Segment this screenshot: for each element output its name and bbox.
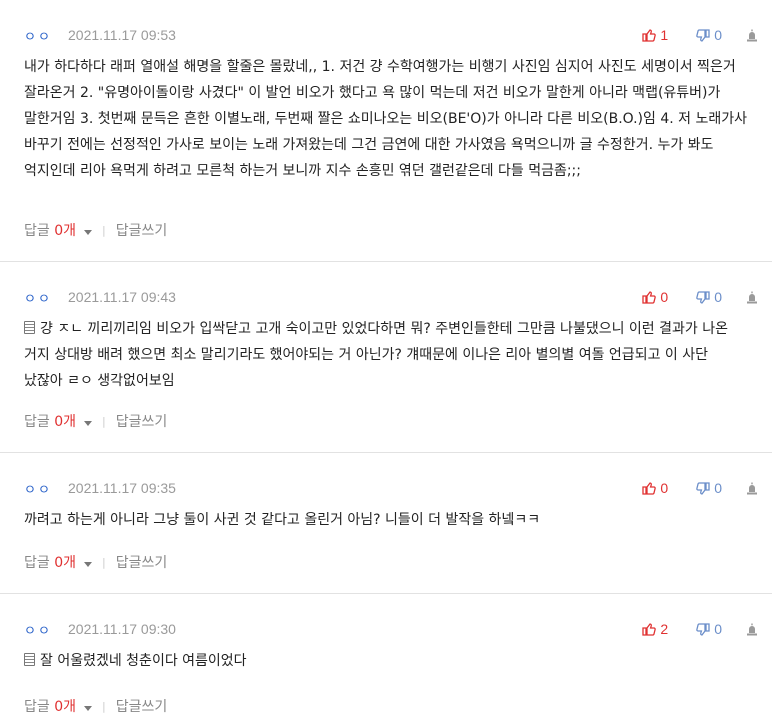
downvote-count: 0 — [714, 27, 722, 43]
upvote-count: 0 — [660, 289, 669, 305]
vote-bar: 0 0 — [642, 479, 758, 497]
report-button[interactable] — [746, 29, 758, 42]
comment-actions: 답글 0개 | 답글쓰기 — [24, 412, 167, 430]
comment-author[interactable]: ㅇㅇ — [24, 620, 68, 639]
comment-meta: ㅇㅇ 2021.11.17 09:35 — [24, 479, 748, 498]
upvote-count: 0 — [660, 480, 669, 496]
vote-bar: 1 0 — [642, 26, 758, 44]
comment-date: 2021.11.17 09:53 — [68, 27, 176, 43]
comment-date: 2021.11.17 09:30 — [68, 621, 176, 637]
comment-author[interactable]: ㅇㅇ — [24, 288, 68, 307]
caret-down-icon — [84, 706, 93, 711]
downvote-button[interactable]: 0 — [696, 621, 722, 637]
comment-item: ㅇㅇ 2021.11.17 09:53 1 0 내가 하다하다 래퍼 열애설 해… — [0, 0, 772, 262]
comment-date: 2021.11.17 09:43 — [68, 289, 176, 305]
upvote-count: 2 — [660, 621, 669, 637]
comment-text-content: 내가 하다하다 래퍼 열애설 해명을 할줄은 몰랐네,, 1. 저건 걍 수학여… — [24, 59, 747, 179]
comment-list: ㅇㅇ 2021.11.17 09:53 1 0 내가 하다하다 래퍼 열애설 해… — [0, 0, 772, 725]
upvote-button[interactable]: 0 — [642, 480, 668, 496]
report-button[interactable] — [746, 482, 758, 495]
comment-text: 걍 ㅈㄴ 끼리끼리임 비오가 입싹닫고 고개 숙이고만 있었다하면 뭐? 주변인… — [24, 316, 748, 394]
comment-item: ㅇㅇ 2021.11.17 09:35 0 0 까려고 하는게 아니라 그냥 둘… — [0, 453, 772, 594]
reply-toggle[interactable]: 답글 0개 — [24, 411, 93, 431]
reply-label: 답글 — [24, 414, 50, 430]
comment-actions: 답글 0개 | 답글쓰기 — [24, 553, 167, 571]
caret-down-icon — [84, 562, 93, 567]
upvote-count: 1 — [660, 27, 669, 43]
downvote-count: 0 — [714, 289, 722, 305]
write-reply-button[interactable]: 답글쓰기 — [116, 220, 168, 240]
thumbs-up-icon — [642, 481, 657, 495]
caret-down-icon — [84, 230, 93, 235]
divider: | — [102, 414, 106, 428]
downvote-button[interactable]: 0 — [696, 480, 722, 496]
report-icon — [747, 29, 757, 41]
write-reply-button[interactable]: 답글쓰기 — [116, 411, 168, 431]
thumbs-down-icon — [696, 622, 710, 636]
reply-count: 0개 — [54, 699, 77, 715]
thumbs-down-icon — [696, 290, 710, 304]
comment-actions: 답글 0개 | 답글쓰기 — [24, 221, 167, 239]
reply-label: 답글 — [24, 223, 50, 239]
reply-count: 0개 — [54, 223, 77, 239]
comment-text: 까려고 하는게 아니라 그냥 둘이 사귄 것 같다고 올린거 아님? 니들이 더… — [24, 507, 748, 533]
reply-label: 답글 — [24, 699, 50, 715]
comment-text: 잘 어울렸겠네 청춘이다 여름이었다 — [24, 648, 748, 674]
report-icon — [747, 291, 757, 303]
report-icon — [747, 482, 757, 494]
thumbs-down-icon — [696, 28, 710, 42]
write-reply-button[interactable]: 답글쓰기 — [116, 696, 168, 716]
comment-text-content: 잘 어울렸겠네 청춘이다 여름이었다 — [40, 653, 247, 669]
reply-toggle[interactable]: 답글 0개 — [24, 696, 93, 716]
comment-meta: ㅇㅇ 2021.11.17 09:43 — [24, 288, 748, 307]
memo-icon — [24, 653, 35, 666]
memo-icon — [24, 321, 35, 334]
reply-toggle[interactable]: 답글 0개 — [24, 552, 93, 572]
comment-author[interactable]: ㅇㅇ — [24, 26, 68, 45]
thumbs-down-icon — [696, 481, 710, 495]
downvote-count: 0 — [714, 621, 722, 637]
thumbs-up-icon — [642, 28, 657, 42]
comment-author[interactable]: ㅇㅇ — [24, 479, 68, 498]
divider: | — [102, 555, 106, 569]
report-icon — [747, 623, 757, 635]
comment-date: 2021.11.17 09:35 — [68, 480, 176, 496]
divider: | — [102, 699, 106, 713]
downvote-count: 0 — [714, 480, 722, 496]
caret-down-icon — [84, 421, 93, 426]
comment-text-content: 걍 ㅈㄴ 끼리끼리임 비오가 입싹닫고 고개 숙이고만 있었다하면 뭐? 주변인… — [24, 321, 728, 389]
report-button[interactable] — [746, 291, 758, 304]
downvote-button[interactable]: 0 — [696, 289, 722, 305]
vote-bar: 0 0 — [642, 288, 758, 306]
comment-item: ㅇㅇ 2021.11.17 09:43 0 0 걍 ㅈㄴ 끼리끼리임 비오가 입… — [0, 262, 772, 453]
write-reply-button[interactable]: 답글쓰기 — [116, 552, 168, 572]
comment-meta: ㅇㅇ 2021.11.17 09:30 — [24, 620, 748, 639]
comment-item: ㅇㅇ 2021.11.17 09:30 2 0 잘 어울렸겠네 청춘이다 여름이… — [0, 594, 772, 725]
divider: | — [102, 223, 106, 237]
comment-text-content: 까려고 하는게 아니라 그냥 둘이 사귄 것 같다고 올린거 아님? 니들이 더… — [24, 512, 541, 528]
reply-count: 0개 — [54, 414, 77, 430]
comment-meta: ㅇㅇ 2021.11.17 09:53 — [24, 26, 748, 45]
report-button[interactable] — [746, 623, 758, 636]
reply-label: 답글 — [24, 555, 50, 571]
upvote-button[interactable]: 2 — [642, 621, 668, 637]
reply-toggle[interactable]: 답글 0개 — [24, 220, 93, 240]
comment-actions: 답글 0개 | 답글쓰기 — [24, 697, 167, 715]
upvote-button[interactable]: 0 — [642, 289, 668, 305]
upvote-button[interactable]: 1 — [642, 27, 668, 43]
thumbs-up-icon — [642, 622, 657, 636]
downvote-button[interactable]: 0 — [696, 27, 722, 43]
thumbs-up-icon — [642, 290, 657, 304]
vote-bar: 2 0 — [642, 620, 758, 638]
reply-count: 0개 — [54, 555, 77, 571]
comment-text: 내가 하다하다 래퍼 열애설 해명을 할줄은 몰랐네,, 1. 저건 걍 수학여… — [24, 54, 748, 184]
